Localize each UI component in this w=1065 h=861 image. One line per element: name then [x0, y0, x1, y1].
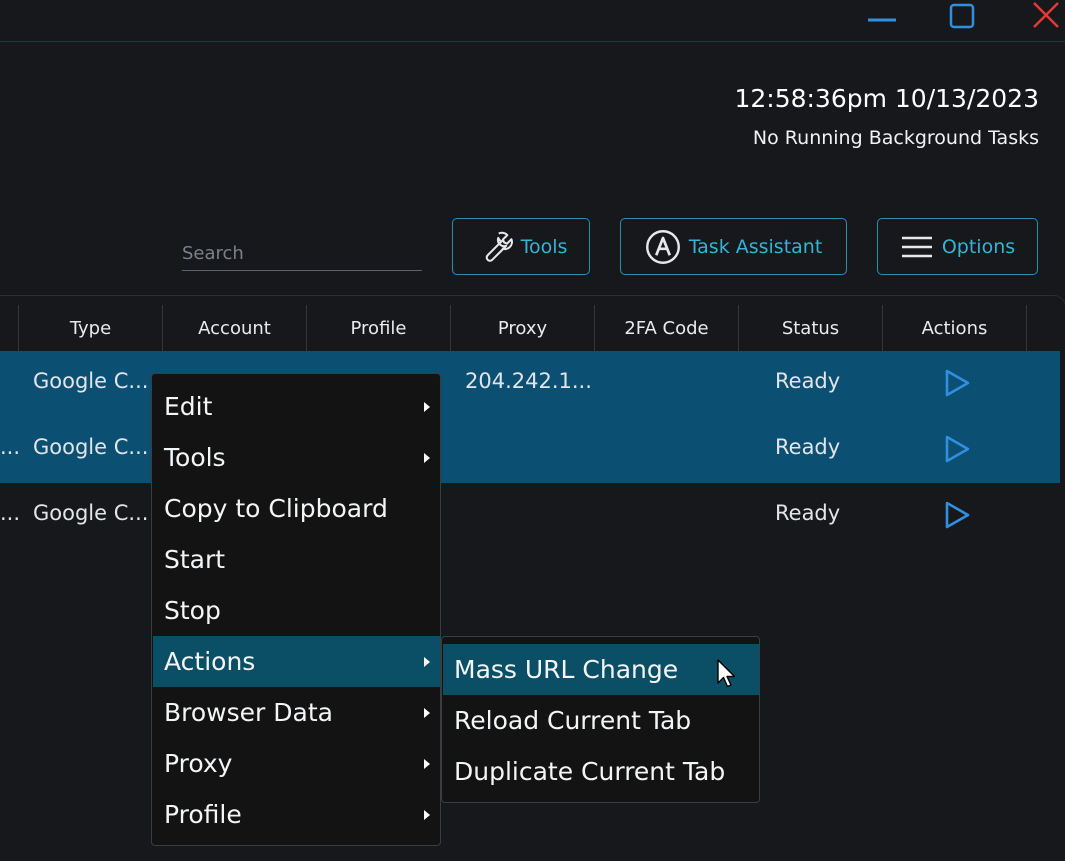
- background-tasks-status: No Running Background Tasks: [752, 127, 1039, 149]
- play-icon[interactable]: [942, 500, 972, 530]
- tools-button-label: Tools: [520, 235, 568, 258]
- tools-button[interactable]: Tools: [452, 218, 590, 275]
- search-input[interactable]: [182, 236, 422, 270]
- wrench-icon: [485, 231, 513, 262]
- submenu-arrow-icon: [424, 707, 430, 718]
- status-cell: Ready: [775, 501, 841, 525]
- submenu-arrow-icon: [424, 809, 430, 820]
- menu-item-tools[interactable]: Tools: [153, 432, 440, 483]
- menu-item-label: Profile: [164, 800, 242, 829]
- close-icon: [1033, 2, 1059, 28]
- submenu-arrow-icon: [424, 401, 430, 412]
- search-box: [182, 236, 422, 271]
- column-header-account[interactable]: Account: [163, 305, 307, 351]
- column-header-proxy[interactable]: Proxy: [451, 305, 595, 351]
- menu-item-mass-url-change[interactable]: Mass URL Change: [443, 644, 759, 695]
- column-header-profile[interactable]: Profile: [307, 305, 451, 351]
- close-button[interactable]: [1023, 0, 1065, 32]
- type-cell: Google C...: [33, 435, 149, 459]
- task-assistant-label: Task Assistant: [688, 235, 823, 258]
- maximize-icon: [949, 3, 975, 29]
- type-cell: Google C...: [33, 369, 149, 393]
- play-icon[interactable]: [942, 434, 972, 464]
- menu-item-proxy[interactable]: Proxy: [153, 738, 440, 789]
- menu-item-label: Start: [164, 545, 226, 574]
- options-button-label: Options: [941, 235, 1016, 258]
- minimize-icon: [868, 18, 896, 22]
- submenu-arrow-icon: [424, 656, 430, 667]
- clock: 12:58:36pm 10/13/2023: [734, 84, 1039, 113]
- hamburger-menu-icon: [901, 236, 932, 257]
- menu-item-copy-to-clipboard[interactable]: Copy to Clipboard: [153, 483, 440, 534]
- menu-item-label: Mass URL Change: [454, 655, 679, 684]
- menu-item-start[interactable]: Start: [153, 534, 440, 585]
- task-assistant-button[interactable]: Task Assistant: [620, 218, 847, 275]
- status-cell: Ready: [775, 435, 841, 459]
- column-header-type[interactable]: Type: [19, 305, 163, 351]
- menu-item-reload-current-tab[interactable]: Reload Current Tab: [443, 695, 759, 746]
- menu-item-profile[interactable]: Profile: [153, 789, 440, 840]
- menu-item-label: Proxy: [164, 749, 233, 778]
- mouse-cursor-icon: [717, 659, 736, 688]
- actions-submenu: Mass URL Change Reload Current Tab Dupli…: [441, 636, 760, 803]
- column-header-2fa-code[interactable]: 2FA Code: [595, 305, 739, 351]
- menu-item-label: Edit: [164, 392, 213, 421]
- menu-item-browser-data[interactable]: Browser Data: [153, 687, 440, 738]
- column-header-status[interactable]: Status: [739, 305, 883, 351]
- menu-item-label: Reload Current Tab: [454, 706, 692, 735]
- menu-item-actions[interactable]: Actions: [153, 636, 440, 687]
- type-cell: Google C...: [33, 501, 149, 525]
- submenu-arrow-icon: [424, 452, 430, 463]
- submenu-arrow-icon: [424, 758, 430, 769]
- menu-item-label: Tools: [164, 443, 226, 472]
- minimize-button[interactable]: [862, 0, 902, 32]
- title-bar: [0, 0, 1065, 42]
- menu-item-label: Actions: [164, 647, 256, 676]
- menu-item-edit[interactable]: Edit: [153, 381, 440, 432]
- menu-item-duplicate-current-tab[interactable]: Duplicate Current Tab: [443, 746, 759, 797]
- proxy-cell: 204.242.1...: [465, 369, 592, 393]
- play-icon[interactable]: [942, 368, 972, 398]
- truncated-cell: ...: [0, 501, 21, 525]
- menu-item-label: Copy to Clipboard: [164, 494, 388, 523]
- menu-item-label: Duplicate Current Tab: [454, 757, 726, 786]
- assistant-a-icon: [645, 229, 680, 264]
- options-button[interactable]: Options: [877, 218, 1038, 275]
- menu-item-label: Browser Data: [164, 698, 333, 727]
- context-menu: Edit Tools Copy to Clipboard Start Stop …: [151, 373, 441, 846]
- status-cell: Ready: [775, 369, 841, 393]
- truncated-cell: ...: [0, 435, 21, 459]
- maximize-button[interactable]: [942, 0, 982, 32]
- column-header-actions[interactable]: Actions: [883, 305, 1027, 351]
- menu-item-label: Stop: [164, 596, 221, 625]
- menu-item-stop[interactable]: Stop: [153, 585, 440, 636]
